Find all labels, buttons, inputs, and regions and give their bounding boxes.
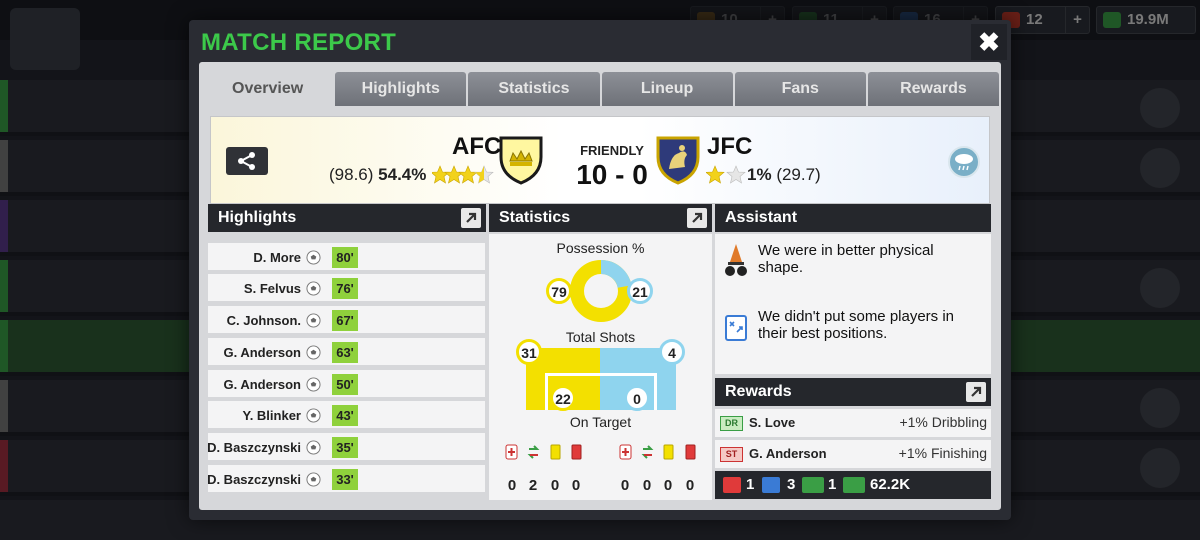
list-item[interactable]: Y. Blinker 43' — [208, 401, 485, 430]
list-item[interactable]: D. Baszczynski 35' — [207, 433, 485, 462]
close-button[interactable]: ✖ — [971, 24, 1007, 60]
away-club-crest-icon — [656, 136, 700, 185]
red-card-icon — [571, 444, 582, 460]
shots-away-value: 4 — [659, 339, 685, 365]
highlights-header: Highlights — [208, 204, 486, 232]
shots-home-value: 31 — [516, 339, 542, 365]
home-club-crest-icon — [499, 136, 543, 185]
reward-row: ST G. Anderson +1% Finishing — [715, 440, 991, 468]
expand-arrow-icon — [971, 386, 982, 397]
goal-ball-icon — [306, 281, 321, 296]
red-card-icon — [685, 444, 696, 460]
on-target-home-value: 22 — [550, 385, 576, 411]
possession-label: Possession % — [556, 240, 645, 256]
tab-rewards[interactable]: Rewards — [867, 72, 1000, 106]
list-item[interactable]: G. Anderson 50' — [208, 370, 485, 399]
home-star-rating — [432, 165, 494, 184]
yellow-card-icon — [663, 444, 674, 460]
statistics-header: Statistics — [489, 204, 712, 232]
expand-statistics-button[interactable] — [687, 208, 707, 228]
possession-donut — [570, 259, 632, 322]
on-target-away-value: 0 — [624, 385, 650, 411]
tab-bar: Overview Highlights Statistics Lineup Fa… — [202, 72, 1000, 106]
dialog-title: MATCH REPORT — [201, 29, 397, 56]
assistant-header: Assistant — [715, 204, 991, 232]
possession-away-arc — [600, 259, 632, 289]
tab-highlights[interactable]: Highlights — [335, 72, 467, 106]
yellow-card-icon — [550, 444, 561, 460]
reward-row: DR S. Love +1% Dribbling — [715, 409, 991, 437]
money-icon — [843, 477, 865, 493]
goal-ball-icon — [306, 345, 321, 360]
list-item[interactable]: G. Anderson 63' — [208, 338, 485, 367]
assistant-tip: We didn't put some players in their best… — [758, 308, 955, 342]
tab-overview[interactable]: Overview — [202, 72, 334, 106]
possession-away-value: 21 — [627, 278, 653, 304]
assistant-tip: We were in better physical shape. — [758, 242, 934, 276]
goal-ball-icon — [306, 440, 321, 455]
goal-ball-icon — [306, 250, 321, 265]
away-team-rating: 1% (29.7) — [747, 165, 821, 184]
tab-fans[interactable]: Fans — [734, 72, 866, 106]
position-badge: ST — [720, 447, 743, 462]
goal-ball-icon — [306, 408, 321, 423]
goal-ball-icon — [306, 313, 321, 328]
goal-ball-icon — [306, 377, 321, 392]
injury-icon — [505, 444, 518, 460]
match-summary-card: AFC (98.6) 54.4% FRIENDLY 10 - 0 JFC 1% … — [210, 116, 990, 204]
list-item[interactable]: D. Baszczynski 33' — [207, 465, 485, 494]
expand-highlights-button[interactable] — [461, 208, 481, 228]
medical-cross-icon — [723, 477, 741, 493]
on-target-label: On Target — [569, 414, 632, 430]
list-item[interactable]: D. More 80' — [208, 243, 485, 272]
statistics-panel: Possession % 79 21 Total Shots 31 4 22 0… — [489, 234, 712, 500]
away-team-name: JFC — [707, 133, 753, 160]
expand-rewards-button[interactable] — [966, 382, 986, 402]
weather-rain-icon — [948, 146, 980, 178]
possession-home-value: 79 — [546, 278, 572, 304]
tactics-board-icon — [725, 315, 747, 341]
expand-arrow-icon — [466, 212, 477, 223]
tab-lineup[interactable]: Lineup — [601, 72, 733, 106]
fitness-cone-icon — [725, 244, 747, 276]
final-score: 10 - 0 — [576, 159, 648, 190]
energy-icon — [762, 477, 780, 493]
home-team-name: AFC — [452, 133, 502, 160]
share-button[interactable] — [226, 147, 268, 175]
share-icon — [238, 152, 255, 170]
expand-arrow-icon — [692, 212, 703, 223]
tab-statistics[interactable]: Statistics — [468, 72, 600, 106]
goal-ball-icon — [306, 472, 321, 487]
position-badge: DR — [720, 416, 743, 431]
cash-icon — [802, 477, 824, 493]
away-star-rating — [706, 165, 746, 184]
rewards-header: Rewards — [715, 378, 991, 406]
list-item[interactable]: C. Johnson. 67' — [208, 306, 485, 335]
substitution-icon — [641, 445, 654, 459]
substitution-icon — [527, 445, 540, 459]
home-team-rating: (98.6) 54.4% — [329, 165, 427, 184]
list-item[interactable]: S. Felvus 76' — [208, 274, 485, 303]
reward-totals: 1 3 1 62.2K — [715, 471, 991, 499]
match-type-label: FRIENDLY — [580, 143, 644, 158]
injury-icon — [619, 444, 632, 460]
